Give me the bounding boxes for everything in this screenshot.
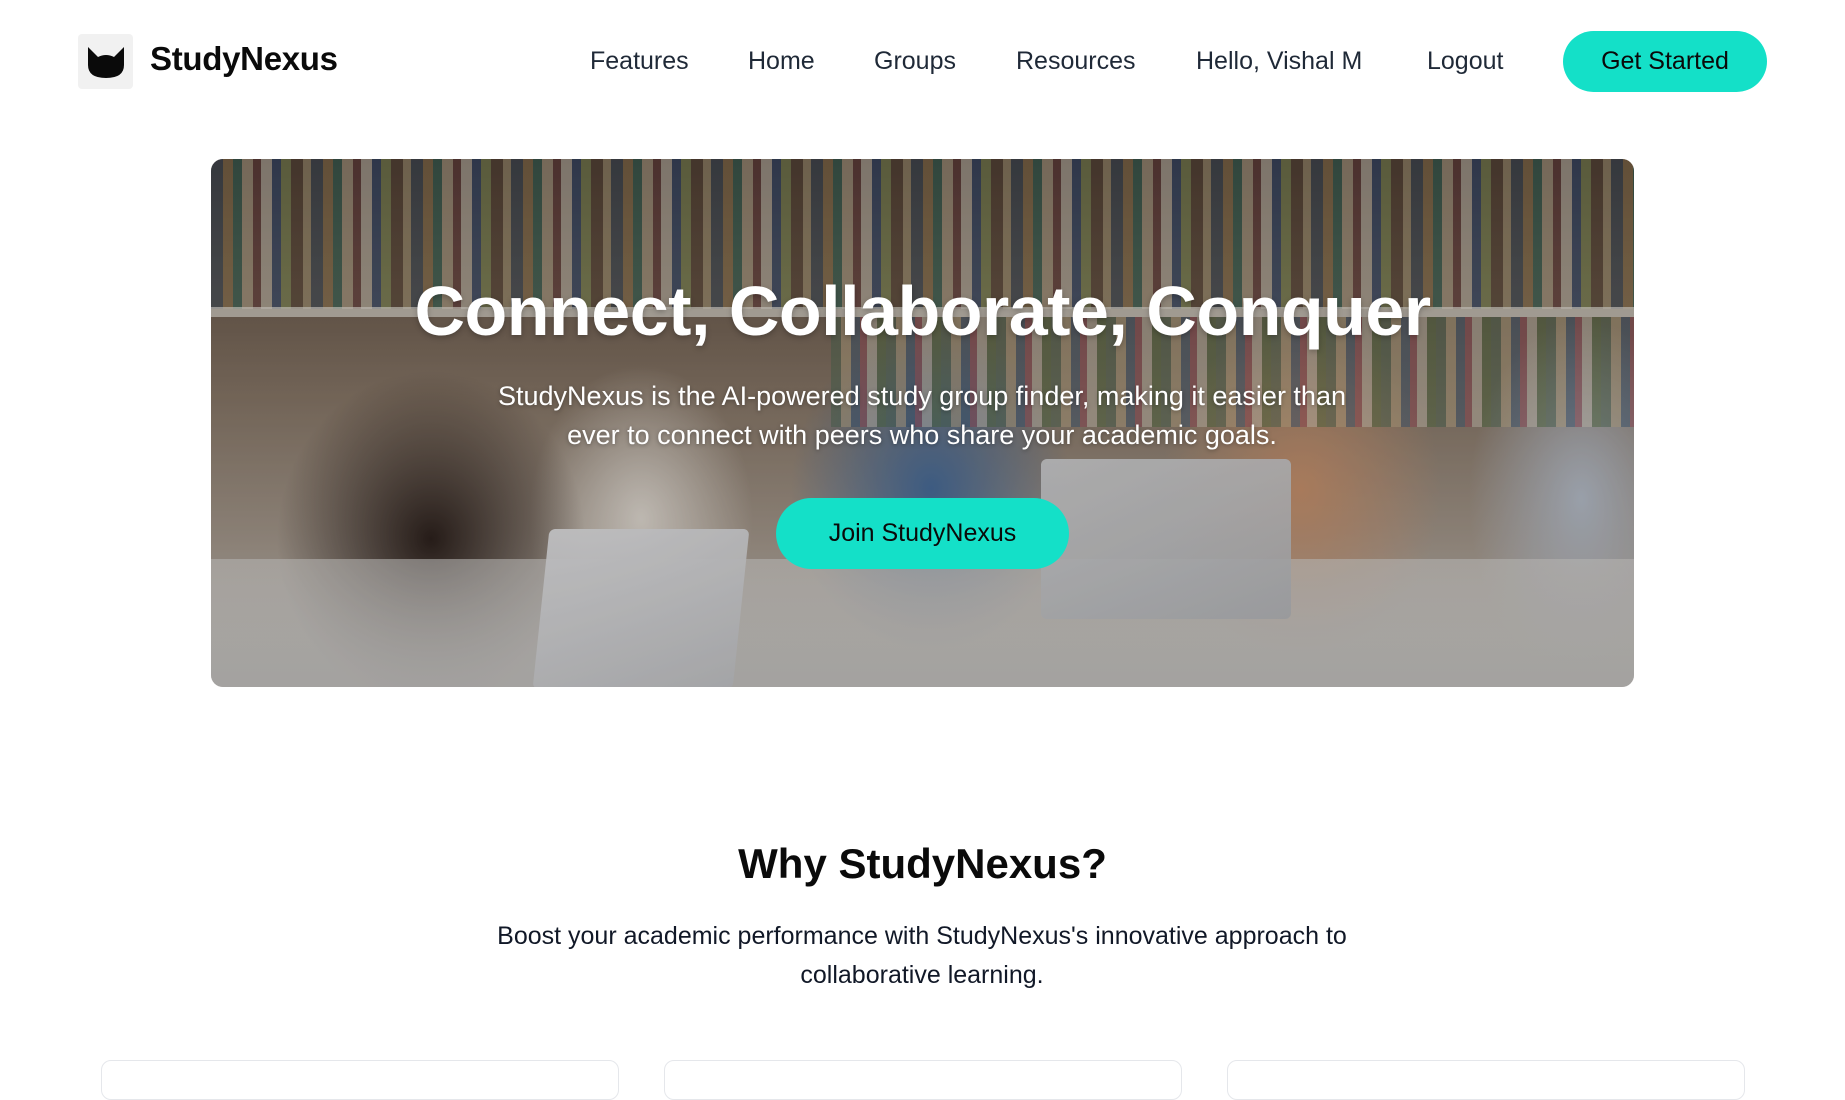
logo[interactable] [78, 34, 133, 89]
hero-subtitle: StudyNexus is the AI-powered study group… [498, 381, 1346, 450]
feature-card [101, 1060, 619, 1100]
brand-name[interactable]: StudyNexus [150, 40, 338, 78]
section-title: Why StudyNexus? [738, 840, 1107, 887]
nav-resources[interactable]: Resources [1016, 47, 1136, 76]
hero-banner: Connect, Collaborate, Conquer StudyNexus… [211, 159, 1634, 687]
nav-user-greeting[interactable]: Hello, Vishal M [1196, 47, 1362, 76]
cat-head-icon [87, 46, 124, 78]
top-navbar: StudyNexus Features Home Groups Resource… [0, 0, 1845, 124]
feature-card [664, 1060, 1182, 1100]
nav-home[interactable]: Home [748, 47, 815, 76]
feature-card [1227, 1060, 1745, 1100]
section-subtitle: Boost your academic performance with Stu… [497, 922, 1347, 989]
get-started-button[interactable]: Get Started [1563, 31, 1767, 92]
join-button[interactable]: Join StudyNexus [776, 498, 1069, 569]
nav-groups[interactable]: Groups [874, 47, 956, 76]
nav-features[interactable]: Features [590, 47, 689, 76]
nav-logout[interactable]: Logout [1427, 47, 1503, 76]
hero-title: Connect, Collaborate, Conquer [414, 272, 1431, 350]
